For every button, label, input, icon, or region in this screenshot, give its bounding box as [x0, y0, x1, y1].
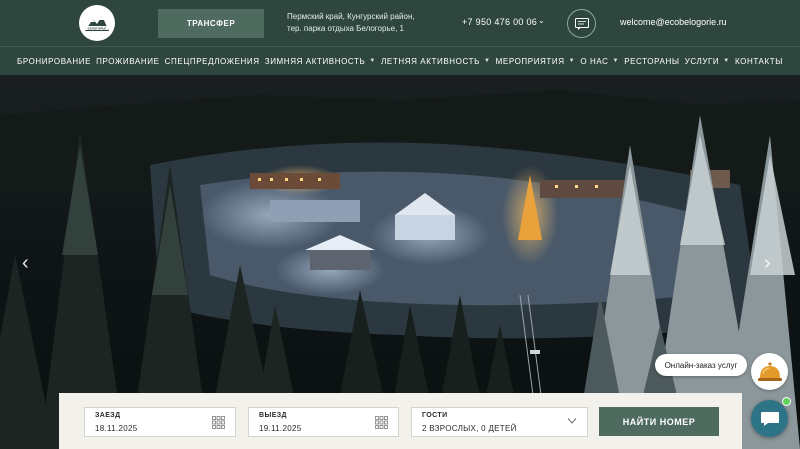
transfer-button[interactable]: ТРАНСФЕР: [158, 9, 264, 38]
nav-item-label: РЕСТОРАНЫ: [624, 56, 680, 66]
phone-number[interactable]: +7 950 476 00 06: [462, 17, 537, 27]
find-room-button[interactable]: НАЙТИ НОМЕР: [599, 407, 719, 436]
checkout-field[interactable]: ВЫЕЗД 19.11.2025: [248, 407, 399, 437]
nav-item-label: БРОНИРОВАНИЕ: [17, 56, 92, 66]
nav-item-events[interactable]: МЕРОПРИЯТИЯ ▼: [496, 57, 576, 66]
nav-item-label: КОНТАКТЫ: [734, 56, 783, 66]
nav-item-summer-activity[interactable]: ЛЕТНЯЯ АКТИВНОСТЬ ▼: [381, 57, 490, 66]
chevron-left-icon: ‹: [22, 252, 29, 274]
guests-label: ГОСТИ: [422, 412, 448, 419]
calendar-grid-icon: [212, 416, 225, 429]
nav-item-label: СПЕЦПРЕДЛОЖЕНИЯ: [164, 56, 260, 66]
service-bell-icon: [757, 361, 782, 381]
chat-bubble-icon: [760, 411, 779, 426]
online-status-dot: [782, 397, 791, 406]
address-line-1: Пермский край, Кунгурский район,: [287, 12, 415, 21]
nav-item-special-offers[interactable]: СПЕЦПРЕДЛОЖЕНИЯ: [165, 57, 260, 66]
nav-item-label: МЕРОПРИЯТИЯ: [495, 56, 565, 66]
address: Пермский край, Кунгурский район, тер. па…: [287, 11, 415, 35]
nav-item-restaurants[interactable]: РЕСТОРАНЫ: [624, 57, 679, 66]
nav-item-label: ЛЕТНЯЯ АКТИВНОСТЬ: [381, 56, 480, 66]
nav-item-booking[interactable]: БРОНИРОВАНИЕ: [17, 57, 91, 66]
chat-button[interactable]: [567, 9, 596, 38]
chevron-right-icon: ›: [764, 252, 771, 274]
nav-item-winter-activity[interactable]: ЗИМНЯЯ АКТИВНОСТЬ ▼: [265, 57, 376, 66]
chevron-down-icon: ▼: [483, 58, 491, 64]
checkin-field[interactable]: ЗАЕЗД 18.11.2025: [84, 407, 236, 437]
address-line-2: тер. парка отдыха Белогорье, 1: [287, 24, 404, 33]
chevron-down-icon: [567, 418, 577, 424]
slider-prev-button[interactable]: ‹: [22, 253, 29, 273]
nav-item-accommodation[interactable]: ПРОЖИВАНИЕ: [96, 57, 159, 66]
main-nav: БРОНИРОВАНИЕ ПРОЖИВАНИЕ СПЕЦПРЕДЛОЖЕНИЯ …: [0, 46, 800, 75]
checkin-value: 18.11.2025: [95, 424, 138, 433]
chat-bubble-icon: [574, 17, 589, 30]
chevron-down-icon[interactable]: ⌄: [538, 16, 545, 25]
nav-item-services[interactable]: УСЛУГИ ▼: [685, 57, 730, 66]
top-bar: БЕЛОГОРЬЕ ТРАНСФЕР Пермский край, Кунгур…: [0, 0, 800, 46]
chevron-down-icon: ▼: [568, 58, 576, 64]
nav-item-label: О НАС: [580, 56, 609, 66]
calendar-grid-icon: [375, 416, 388, 429]
chat-widget-button[interactable]: [751, 400, 788, 437]
logo-mountain-icon: БЕЛОГОРЬЕ: [85, 16, 109, 31]
slider-next-button[interactable]: ›: [764, 253, 771, 273]
booking-panel: ЗАЕЗД 18.11.2025 ВЫЕЗД 19.11.2025 ГОСТИ …: [59, 393, 742, 449]
chevron-down-icon: ▼: [612, 58, 620, 64]
email-link[interactable]: welcome@ecobelogorie.ru: [620, 17, 727, 27]
online-order-tooltip[interactable]: Онлайн-заказ услуг: [655, 354, 747, 376]
chevron-down-icon: ▼: [723, 58, 730, 64]
logo-text: БЕЛОГОРЬЕ: [88, 26, 107, 30]
chevron-down-icon: ▼: [369, 58, 376, 64]
checkout-label: ВЫЕЗД: [259, 412, 287, 419]
logo[interactable]: БЕЛОГОРЬЕ: [79, 5, 115, 41]
nav-item-label: ПРОЖИВАНИЕ: [96, 56, 160, 66]
online-order-button[interactable]: [751, 353, 788, 390]
guests-value: 2 ВЗРОСЛЫХ, 0 ДЕТЕЙ: [422, 424, 517, 433]
checkin-label: ЗАЕЗД: [95, 412, 121, 419]
nav-item-about[interactable]: О НАС ▼: [580, 57, 619, 66]
nav-item-contacts[interactable]: КОНТАКТЫ: [735, 57, 783, 66]
nav-item-label: УСЛУГИ: [684, 56, 720, 66]
nav-item-label: ЗИМНЯЯ АКТИВНОСТЬ: [264, 56, 366, 66]
checkout-value: 19.11.2025: [259, 424, 302, 433]
guests-select[interactable]: ГОСТИ 2 ВЗРОСЛЫХ, 0 ДЕТЕЙ: [411, 407, 588, 437]
